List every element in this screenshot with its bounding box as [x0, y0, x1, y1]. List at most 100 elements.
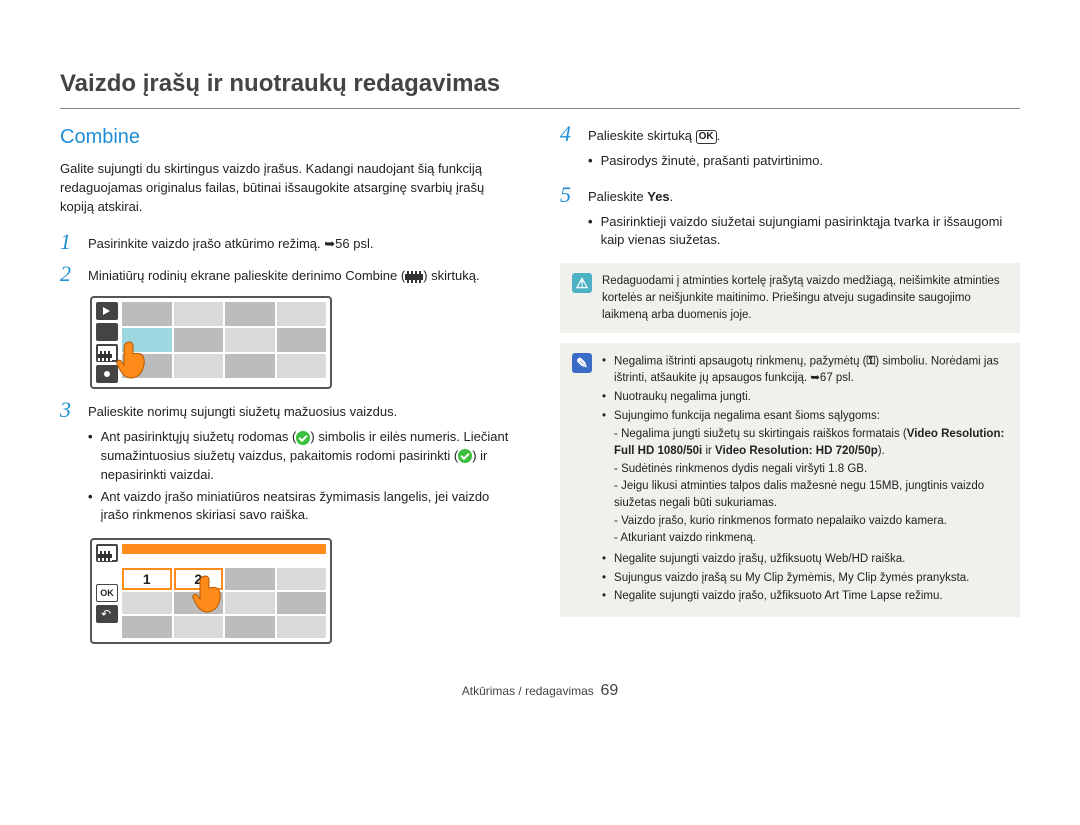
thumbnail-panel-1 [90, 296, 332, 389]
step-3-bullets: Ant pasirinktųjų siužetų rodomas () simb… [88, 428, 520, 525]
page-footer: Atkūrimas / redagavimas 69 [60, 682, 1020, 700]
thumb-cell[interactable] [225, 568, 275, 590]
film-strip-header [122, 544, 326, 554]
info-item-4: Negalite sujungti vaizdo įrašų, užfiksuo… [602, 551, 1008, 568]
info-icon: ✎ [572, 353, 592, 373]
selected-thumb-2[interactable]: 2 [174, 568, 224, 590]
thumb-cell[interactable] [174, 616, 224, 638]
checkmark-icon [458, 449, 472, 463]
step-3-text: Palieskite norimų sujungti siužetų mažuo… [88, 403, 520, 422]
step-3-body: Palieskite norimų sujungti siužetų mažuo… [88, 399, 520, 528]
step-4-text-before: Palieskite skirtuką [588, 128, 696, 143]
info-subitem-5: Atkuriant vaizdo rinkmeną. [614, 530, 1008, 547]
thumb-cell[interactable] [122, 328, 172, 352]
info-sublist: Negalima jungti siužetų su skirtingais r… [614, 426, 1008, 547]
info-item-5: Sujungus vaizdo įrašą su My Clip žymėmis… [602, 570, 1008, 587]
thumb-cell[interactable] [122, 592, 172, 614]
step-5-body: Palieskite Yes. Pasirinktieji vaizdo siu… [588, 184, 1020, 254]
left-column: Combine Galite sujungti du skirtingus va… [60, 123, 520, 654]
thumb-cell[interactable] [225, 592, 275, 614]
warning-note: ⚠ Redaguodami į atminties kortelę įrašyt… [560, 263, 1020, 333]
footer-section: Atkūrimas / redagavimas [462, 684, 594, 698]
page-title: Vaizdo įrašų ir nuotraukų redagavimas [60, 70, 1020, 98]
thumb-cell[interactable] [225, 328, 275, 352]
step-1: 1 Pasirinkite vaizdo įrašo atkūrimo reži… [60, 231, 520, 254]
title-divider [60, 108, 1020, 109]
step-3-bullet-2: Ant vaizdo įrašo miniatiūros neatsiras ž… [88, 488, 520, 526]
step-4: 4 Palieskite skirtuką OK. Pasirodys žinu… [560, 123, 1020, 174]
warning-icon: ⚠ [572, 273, 592, 293]
step-number-2: 2 [60, 263, 78, 286]
thumb-cell[interactable] [122, 354, 172, 378]
thumb-mode-play-icon[interactable] [96, 302, 118, 320]
thumb-cell[interactable] [174, 302, 224, 326]
section-title: Combine [60, 123, 520, 152]
info-item-1: Negalima ištrinti apsaugotų rinkmenų, pa… [602, 353, 1008, 387]
content-columns: Combine Galite sujungti du skirtingus va… [60, 123, 1020, 654]
step-2-text-after: ) skirtuką. [423, 268, 479, 283]
checkmark-icon [296, 431, 310, 445]
page-ref-arrow-icon: ➥ [810, 372, 820, 384]
ok-button[interactable]: OK [96, 584, 118, 602]
step-5: 5 Palieskite Yes. Pasirinktieji vaizdo s… [560, 184, 1020, 254]
step-1-ref: 56 psl. [335, 236, 373, 251]
thumb-header-combine-icon[interactable] [96, 544, 118, 562]
footer-page-number: 69 [600, 682, 618, 699]
info-item-6: Negalite sujungti vaizdo įrašo, užfiksuo… [602, 588, 1008, 605]
info-subitem-2: Sudėtinės rinkmenos dydis negali viršyti… [614, 461, 1008, 478]
ok-icon: OK [696, 130, 717, 144]
step-5-text-after: . [670, 189, 674, 204]
step-5-yes-label: Yes [647, 189, 669, 204]
thumbnail-sidebar-2: OK [96, 544, 118, 638]
info-item-3: Sujungimo funkcija negalima esant šioms … [602, 408, 1008, 549]
step-4-bullet-1: Pasirodys žinutė, prašanti patvirtinimo. [588, 152, 823, 171]
film-icon [405, 271, 423, 283]
step-5-bullets: Pasirinktieji vaizdo siužetai sujungiami… [588, 213, 1020, 251]
info-note: ✎ Negalima ištrinti apsaugotų rinkmenų, … [560, 343, 1020, 617]
thumb-cell[interactable] [277, 328, 327, 352]
thumbnail-grid-2: 1 2 [122, 544, 326, 638]
info-item-2: Nuotraukų negalima jungti. [602, 389, 1008, 406]
key-lock-icon: ⚿ [867, 353, 876, 370]
thumbnail-sidebar-1 [96, 302, 118, 383]
thumb-cell[interactable] [277, 568, 327, 590]
thumb-cell[interactable] [225, 354, 275, 378]
thumb-cell[interactable] [122, 302, 172, 326]
thumb-cell[interactable] [225, 302, 275, 326]
thumb-cell[interactable] [277, 616, 327, 638]
step-4-bullets: Pasirodys žinutė, prašanti patvirtinimo. [588, 152, 823, 171]
step-3-bullet-1: Ant pasirinktųjų siužetų rodomas () simb… [88, 428, 520, 485]
step-1-body: Pasirinkite vaizdo įrašo atkūrimo režimą… [88, 231, 373, 254]
step-5-bullet-1: Pasirinktieji vaizdo siužetai sujungiami… [588, 213, 1020, 251]
step-3: 3 Palieskite norimų sujungti siužetų maž… [60, 399, 520, 528]
thumb-cell[interactable] [174, 354, 224, 378]
page-root: Vaizdo įrašų ir nuotraukų redagavimas Co… [0, 0, 1080, 730]
info-list: Negalima ištrinti apsaugotų rinkmenų, pa… [602, 353, 1008, 605]
step-2: 2 Miniatiūrų rodinių ekrane palieskite d… [60, 263, 520, 286]
thumb-cell[interactable] [174, 592, 224, 614]
thumb-mode-rec-icon[interactable] [96, 365, 118, 383]
thumb-cell[interactable] [277, 302, 327, 326]
selected-thumb-1[interactable]: 1 [122, 568, 172, 590]
info-subitem-1: Negalima jungti siužetų su skirtingais r… [614, 426, 1008, 459]
thumbnail-panel-2: OK 1 2 [90, 538, 332, 644]
thumb-mode-combine-icon[interactable] [96, 344, 118, 362]
thumb-mode-photo-icon[interactable] [96, 323, 118, 341]
back-button[interactable] [96, 605, 118, 623]
thumb-cell[interactable] [225, 616, 275, 638]
step-4-body: Palieskite skirtuką OK. Pasirodys žinutė… [588, 123, 823, 174]
thumb-cell[interactable] [174, 328, 224, 352]
step-2-text-before: Miniatiūrų rodinių ekrane palieskite der… [88, 268, 405, 283]
step-number-4: 4 [560, 123, 578, 174]
step-5-text-before: Palieskite [588, 189, 647, 204]
thumb-cell[interactable] [277, 592, 327, 614]
thumb-cell[interactable] [122, 616, 172, 638]
step-4-text-after: . [717, 128, 721, 143]
info-subitem-3: Jeigu likusi atminties talpos dalis maže… [614, 478, 1008, 511]
thumbnail-grid-1 [122, 302, 326, 383]
thumb-cell[interactable] [277, 354, 327, 378]
step-1-text: Pasirinkite vaizdo įrašo atkūrimo režimą… [88, 236, 324, 251]
step-number-1: 1 [60, 231, 78, 254]
intro-paragraph: Galite sujungti du skirtingus vaizdo įra… [60, 160, 520, 217]
step-2-body: Miniatiūrų rodinių ekrane palieskite der… [88, 263, 480, 286]
